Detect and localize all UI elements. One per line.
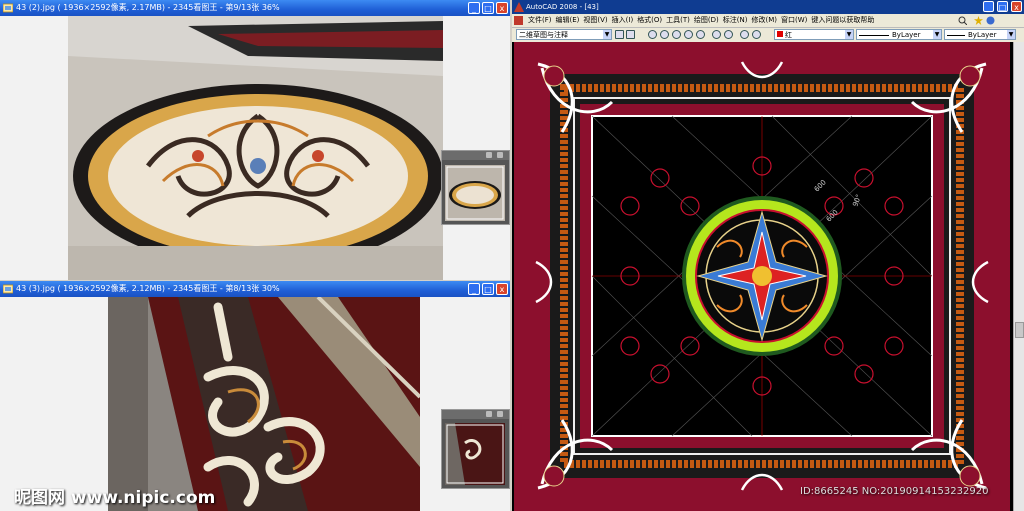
maximize-button[interactable]: □ [482,283,494,295]
viewer-titlebar[interactable]: 43 (3).jpg ( 1936×2592像素, 2.12MB) - 2345… [0,281,510,297]
chevron-down-icon: ▼ [1007,30,1015,39]
thumbnail-toolbar [442,151,509,160]
menu-draw[interactable]: 绘图(D) [692,16,721,24]
search-icon[interactable] [958,16,967,25]
color-select[interactable]: 红 ▼ [774,29,854,40]
chevron-down-icon: ▼ [603,30,611,39]
lineweight-line [947,34,965,36]
color-value: 红 [785,31,792,39]
watermark-id: ID:8665245 NO:20190914153232920 [800,486,989,497]
star-icon[interactable] [974,16,983,25]
workspace-select[interactable]: 二维草图与注释 ▼ [516,29,612,40]
linetype-value: ByLayer [892,31,921,39]
minimize-button[interactable]: _ [983,1,994,12]
thumbnail-image [445,165,505,221]
watermark-brand: 昵图网 www.nipic.com [14,488,216,508]
chevron-down-icon: ▼ [933,30,941,39]
menu-view[interactable]: 视图(V) [581,16,609,24]
maximize-button[interactable]: □ [482,2,494,14]
autocad-logo-icon [514,2,524,12]
thumbnail-preview[interactable] [441,409,510,489]
close-button[interactable]: x [1011,1,1022,12]
close-button[interactable]: x [496,283,508,295]
viewer-title-text: 43 (3).jpg ( 1936×2592像素, 2.12MB) - 2345… [16,284,280,293]
maximize-button[interactable]: □ [997,1,1008,12]
central-medallion [682,196,842,356]
zoom-extents-icon[interactable] [696,30,705,39]
zoom-all-icon[interactable] [740,30,749,39]
workspace-value: 二维草图与注释 [519,31,568,39]
chevron-down-icon: ▼ [845,30,853,39]
image-file-icon [3,284,13,294]
menu-file[interactable]: 文件(F) [526,16,554,24]
menu-window[interactable]: 窗口(W) [779,16,809,24]
help-icon[interactable] [986,16,995,25]
thumbnail-preview[interactable] [441,150,510,225]
thumbnail-toolbar [442,410,509,419]
menu-dimension[interactable]: 标注(N) [721,16,750,24]
linetype-line [859,34,889,36]
autocad-menubar: 文件(F) 编辑(E) 视图(V) 插入(I) 格式(O) 工具(T) 绘图(D) 标注(N)… [512,14,1024,28]
floor-photo-medallion [68,16,443,280]
zoom-in-icon[interactable] [712,30,721,39]
viewer-canvas [0,297,510,511]
lineweight-select[interactable]: ByLayer ▼ [944,29,1016,40]
menu-edit[interactable]: 编辑(E) [554,16,582,24]
zoom-previous-icon[interactable] [684,30,693,39]
image-file-icon [3,3,13,13]
document-icon [514,16,523,25]
lineweight-value: ByLayer [968,31,997,39]
minimize-button[interactable]: _ [468,283,480,295]
minimize-button[interactable]: _ [468,2,480,14]
floor-photo-border [108,297,420,511]
linetype-select[interactable]: ByLayer ▼ [856,29,942,40]
workspace-save-icon[interactable] [626,30,635,39]
zoom-out-icon[interactable] [724,30,733,39]
close-button[interactable]: x [496,2,508,14]
autocad-window: AutoCAD 2008 - [43] _ □ x 文件(F) 编辑(E) 视图(V… [512,0,1024,511]
viewer-canvas [0,16,510,280]
floor-medallion-drawing: 600 600 90° [514,38,1010,511]
zoom-scale-icon[interactable] [752,30,761,39]
menu-insert[interactable]: 插入(I) [610,16,636,24]
drawing-canvas[interactable]: 600 600 90° [512,38,1024,511]
autocad-titlebar[interactable]: AutoCAD 2008 - [43] _ □ x [512,0,1024,14]
menu-format[interactable]: 格式(O) [635,16,664,24]
zoom-realtime-icon[interactable] [660,30,669,39]
zoom-window-icon[interactable] [672,30,681,39]
thumbnail-image [445,423,505,485]
autocad-title-text: AutoCAD 2008 - [43] [526,3,599,11]
color-swatch [777,31,783,37]
help-search-field[interactable]: 键入问题以获取帮助 [809,16,876,24]
pan-icon[interactable] [648,30,657,39]
viewer-title-text: 43 (2).jpg ( 1936×2592像素, 2.17MB) - 2345… [16,3,280,12]
vertical-scrollbar[interactable] [1013,42,1024,511]
workspace-settings-icon[interactable] [615,30,624,39]
scrollbar-thumb[interactable] [1015,322,1024,338]
viewer-titlebar[interactable]: 43 (2).jpg ( 1936×2592像素, 2.17MB) - 2345… [0,0,510,16]
autocad-toolbar: 二维草图与注释 ▼ 红 ▼ ByLayer ▼ ByLayer ▼ [512,28,1024,43]
menu-modify[interactable]: 修改(M) [749,16,779,24]
viewer-window-top: 43 (2).jpg ( 1936×2592像素, 2.17MB) - 2345… [0,0,510,280]
menu-tools[interactable]: 工具(T) [664,16,692,24]
viewer-window-bottom: 43 (3).jpg ( 1936×2592像素, 2.12MB) - 2345… [0,281,510,511]
